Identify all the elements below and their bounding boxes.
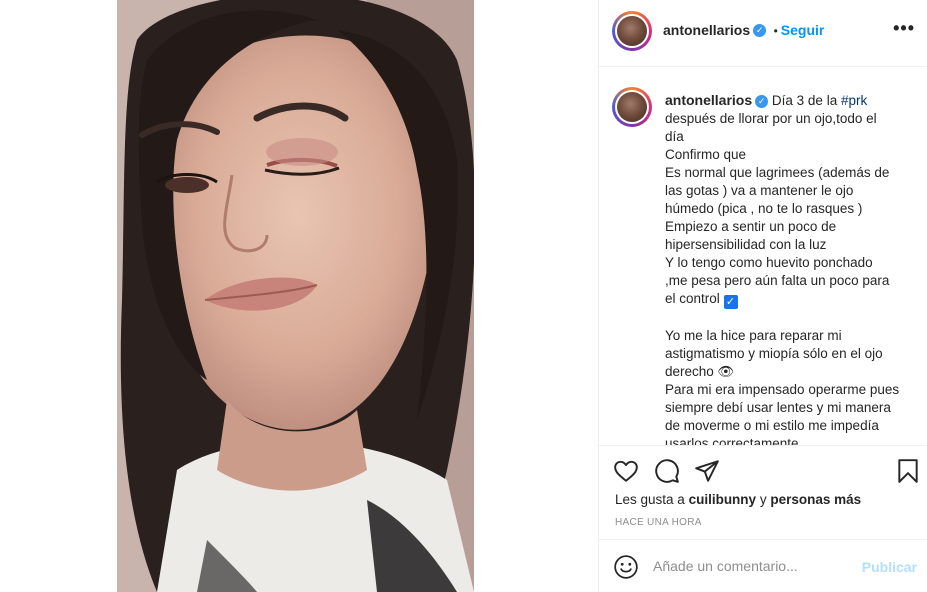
post-actions-bar	[599, 446, 927, 494]
post-timestamp[interactable]: HACE UNA HORA	[615, 517, 702, 528]
caption-line: derecho 👁	[665, 364, 735, 379]
comment-bubble-icon[interactable]	[654, 458, 680, 484]
likes-connector: y	[756, 492, 771, 507]
post-header: antonellarios ✓ • Seguir •••	[599, 0, 927, 67]
caption-line: las gotas ) va a mantener le ojo	[665, 183, 854, 198]
author-username[interactable]: antonellarios	[663, 22, 750, 38]
caption-line: Yo me la hice para reparar mi	[665, 328, 842, 343]
caption-text: antonellarios ✓ Día 3 de la #prk después …	[665, 91, 913, 445]
caption-line: el control	[665, 291, 724, 306]
caption-line: siempre debí usar lentes y mi manera	[665, 400, 891, 415]
likes-prefix: Les gusta a	[615, 492, 689, 507]
likes-summary: Les gusta a cuilibunny y personas más	[615, 492, 861, 507]
bookmark-icon[interactable]	[895, 458, 921, 484]
caption-scroll-area[interactable]: antonellarios ✓ Día 3 de la #prk después …	[599, 67, 927, 445]
others-liked-link[interactable]: personas más	[770, 492, 861, 507]
caption-line: Y lo tengo como huevito ponchado	[665, 255, 873, 270]
comment-input[interactable]	[653, 554, 853, 578]
more-options-icon[interactable]: •••	[893, 18, 915, 39]
caption-line: ,me pesa pero aún falta un poco para	[665, 273, 890, 288]
caption-intro: Día 3 de la	[771, 93, 841, 108]
emoji-smiley-icon[interactable]	[613, 554, 639, 580]
verified-badge-icon: ✓	[755, 94, 769, 108]
caption-line: ​	[665, 309, 913, 327]
caption-line: Es normal que lagrimees (además de	[665, 165, 890, 180]
caption-line: Empiezo a sentir un poco de	[665, 219, 837, 234]
caption-author-avatar[interactable]	[612, 87, 652, 127]
hashtag-link[interactable]: #prk	[841, 93, 867, 108]
check-box-emoji-icon: ✓	[723, 295, 738, 309]
caption-line: hipersensibilidad con la luz	[665, 237, 827, 252]
caption-line: usarlos correctamente	[665, 436, 799, 445]
share-paper-plane-icon[interactable]	[694, 458, 720, 484]
verified-badge-icon: ✓	[753, 24, 767, 38]
header-separator: •	[773, 24, 778, 38]
caption-line: astigmatismo y miopía sólo en el ojo	[665, 346, 883, 361]
comment-form: Publicar	[599, 540, 927, 592]
author-avatar[interactable]	[612, 11, 652, 51]
follow-button[interactable]: Seguir	[781, 22, 825, 38]
caption-line: después de llorar por un ojo,todo el	[665, 111, 877, 126]
post-side-panel: antonellarios ✓ • Seguir ••• antonellarios…	[599, 0, 927, 592]
caption-line: Para mi era impensado operarme pues	[665, 382, 900, 397]
heart-icon[interactable]	[613, 458, 639, 484]
selfie-illustration	[117, 0, 474, 592]
liker-username[interactable]: cuilibunny	[689, 492, 757, 507]
caption-line: día	[665, 129, 684, 144]
publish-button[interactable]: Publicar	[862, 559, 917, 575]
caption-author-username[interactable]: antonellarios	[665, 92, 752, 108]
header-author-line: antonellarios ✓ • Seguir	[663, 22, 824, 40]
caption-line: de moverme o mi estilo me impedía	[665, 418, 879, 433]
caption-line: húmedo (pica , no te lo rasques )	[665, 201, 863, 216]
post-photo[interactable]	[117, 0, 474, 592]
caption-line: Confirmo que	[665, 147, 747, 162]
